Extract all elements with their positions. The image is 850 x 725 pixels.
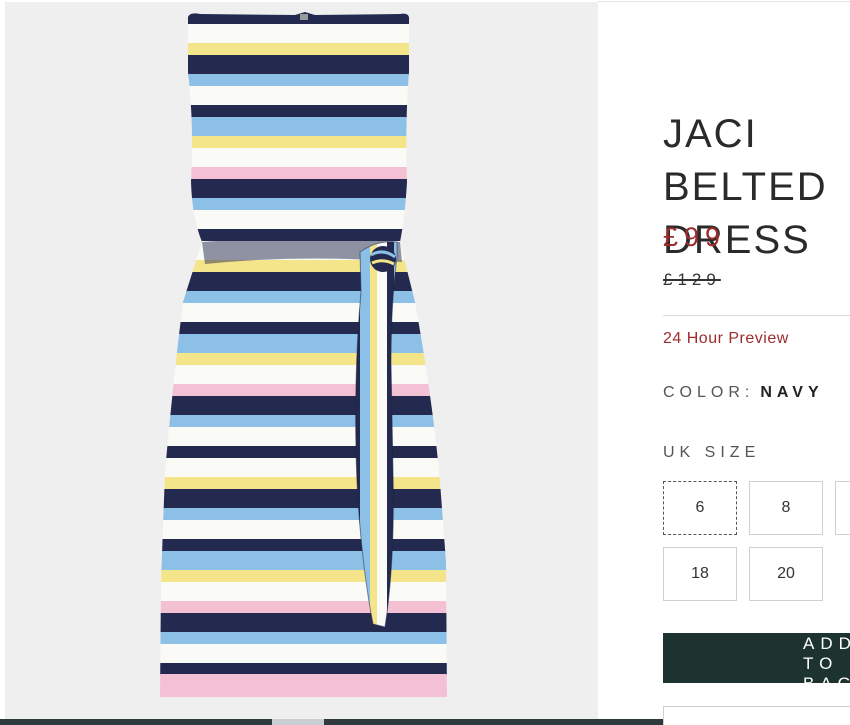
- size-option[interactable]: 6: [663, 481, 737, 535]
- size-option-label: 8: [781, 499, 791, 516]
- size-label: UK SIZE: [663, 444, 761, 461]
- color-selector: COLOR: NAVY: [663, 384, 824, 402]
- size-option[interactable]: 8: [749, 481, 823, 535]
- scrollbar-thumb[interactable]: [272, 719, 324, 725]
- dress-illustration: [160, 12, 447, 697]
- product-page: JACI BELTED DRESS £99 £129 24 Hour Previ…: [0, 0, 850, 725]
- add-to-bag-button[interactable]: ADD TO BAG: [663, 633, 850, 693]
- preview-link[interactable]: 24 Hour Preview: [663, 330, 789, 348]
- sale-price: £99: [663, 222, 727, 252]
- product-image[interactable]: [5, 2, 598, 720]
- color-value: NAVY: [760, 384, 824, 401]
- size-option-label: 6: [695, 499, 705, 516]
- secondary-action-box[interactable]: [663, 706, 850, 725]
- size-option[interactable]: 10: [835, 481, 850, 535]
- size-option[interactable]: 18: [663, 547, 737, 601]
- size-option[interactable]: 20: [749, 547, 823, 601]
- original-price: £129: [663, 270, 721, 289]
- price-divider: [663, 315, 850, 316]
- size-option-label: 18: [691, 565, 709, 582]
- product-details: JACI BELTED DRESS £99 £129 24 Hour Previ…: [663, 0, 850, 725]
- color-label: COLOR:: [663, 384, 755, 401]
- size-option-label: 20: [777, 565, 795, 582]
